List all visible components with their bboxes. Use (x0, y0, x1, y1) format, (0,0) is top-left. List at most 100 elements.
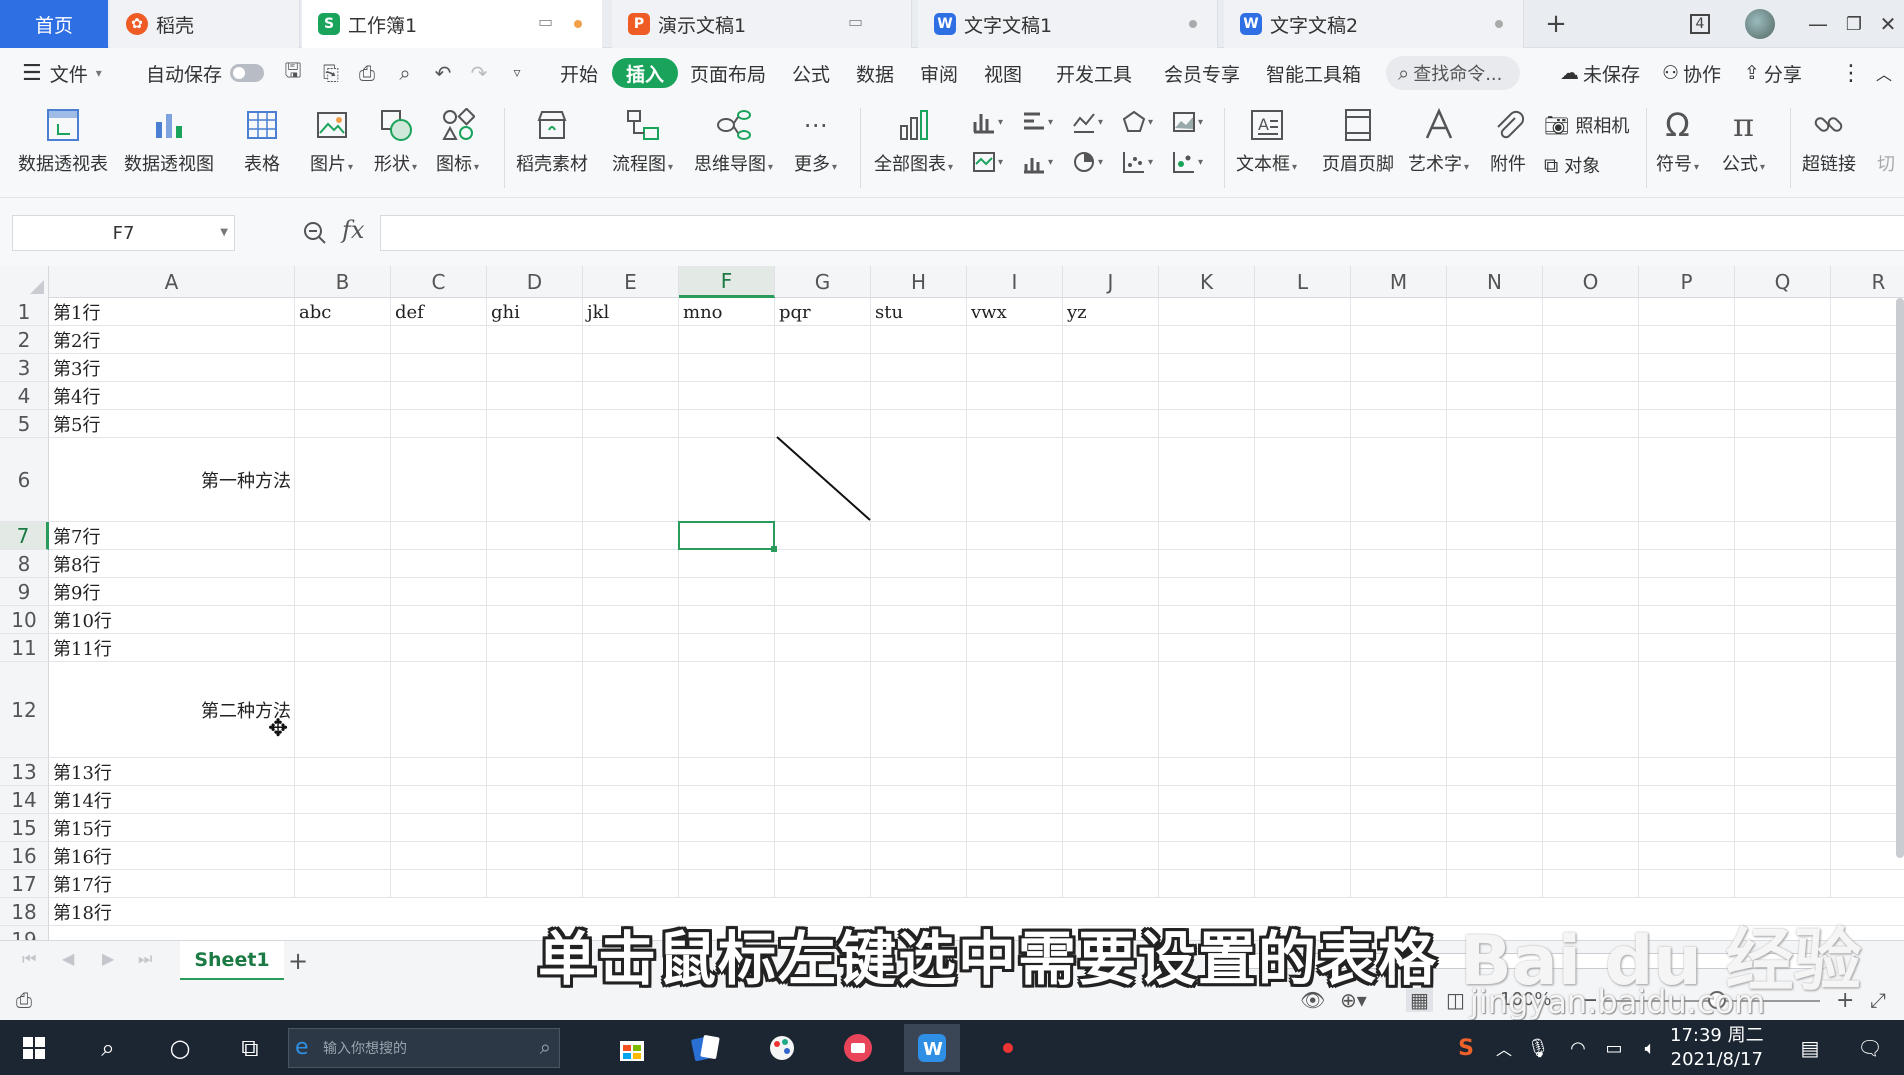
last-sheet-icon[interactable]: ⏭ (138, 949, 152, 969)
window-count-button[interactable]: 4 (1680, 0, 1720, 48)
all-charts-button[interactable]: 全部图表 ▾ (874, 106, 953, 176)
scatter-chart-icon[interactable]: ▾ (1122, 150, 1153, 174)
menu-review[interactable]: 审阅 (920, 48, 958, 98)
name-box[interactable]: F7 ▼ (12, 215, 235, 251)
collapse-ribbon-icon[interactable]: ︿ (1876, 48, 1892, 98)
wordart-button[interactable]: 艺术字 ▾ (1408, 106, 1469, 176)
search-icon[interactable]: ⌕ (88, 1028, 128, 1068)
command-search[interactable]: ⌕ 查找命令... (1386, 56, 1520, 90)
stock-chart-icon[interactable]: ▾ (972, 150, 1003, 174)
action-center-icon[interactable]: 🗨︎ (1850, 1028, 1890, 1068)
horizontal-bar-chart-icon[interactable]: ▾ (1022, 110, 1053, 134)
picture-button[interactable]: 图片 ▾ (310, 106, 353, 176)
menu-insert[interactable]: 插入 (612, 58, 679, 88)
avatar[interactable] (1742, 0, 1778, 48)
next-sheet-icon[interactable]: ▶ (102, 949, 114, 968)
menu-page-layout[interactable]: 页面布局 (690, 48, 766, 98)
windows-start-icon[interactable] (14, 1028, 54, 1068)
customize-quick-access-icon[interactable]: ▿ (504, 60, 530, 86)
minimize-icon[interactable]: — (1800, 0, 1836, 48)
formula-input[interactable] (380, 215, 1904, 251)
formula-button[interactable]: π 公式 ▾ (1722, 106, 1765, 176)
solitaire-icon[interactable] (686, 1028, 726, 1068)
shape-button[interactable]: 形状 ▾ (374, 106, 417, 176)
column-chart-icon[interactable]: ▾ (972, 110, 1003, 134)
save-icon[interactable]: 🖫 (280, 58, 306, 86)
menu-member[interactable]: 会员专享 (1164, 48, 1240, 98)
restore-icon[interactable]: ❐ (1836, 0, 1872, 48)
tab-home[interactable]: 首页 (0, 0, 108, 48)
macro-record-icon[interactable]: ⎙ (16, 988, 32, 1012)
tab-presentation1[interactable]: P 演示文稿1 ▭ (612, 0, 912, 48)
tab-document2[interactable]: W 文字文稿2 (1224, 0, 1524, 48)
menu-view[interactable]: 视图 (984, 48, 1022, 98)
textbox-button[interactable]: A 文本框 ▾ (1236, 106, 1297, 176)
radar-chart-icon[interactable]: ▾ (1122, 110, 1153, 134)
add-sheet-button[interactable]: + (288, 947, 308, 975)
tab-workbook1[interactable]: S 工作簿1 ▭ (302, 0, 602, 48)
table-button[interactable]: 表格 (242, 106, 282, 176)
object-button[interactable]: ⧉ 对象 (1544, 152, 1600, 178)
battery-icon[interactable]: ▭ (1594, 1028, 1634, 1068)
sheet-tab-sheet1[interactable]: Sheet1 (180, 941, 284, 981)
autosave-toggle[interactable]: 自动保存 (146, 48, 265, 98)
menu-start[interactable]: 开始 (560, 48, 598, 98)
docer-material-button[interactable]: 稻壳素材 (516, 106, 588, 176)
format-painter-icon[interactable]: ⎘ (318, 60, 344, 86)
more-button[interactable]: ⋯ 更多 ▾ (794, 106, 837, 176)
cut-off-button[interactable]: 切 (1876, 106, 1896, 176)
menu-data[interactable]: 数据 (856, 48, 894, 98)
vertical-scrollbar[interactable] (1896, 298, 1904, 858)
sogou-ime-icon[interactable]: S (1446, 1028, 1486, 1068)
cloud-save-button[interactable]: ☁ 未保存 (1560, 48, 1640, 98)
pivot-chart-button[interactable]: 数据透视图 (124, 106, 214, 176)
system-clock[interactable]: 17:39 周二 2021/8/17 (1670, 1024, 1764, 1072)
menu-developer[interactable]: 开发工具 (1056, 48, 1132, 98)
close-icon[interactable]: ✕ (1872, 0, 1904, 48)
drawn-line-shape[interactable] (0, 266, 1904, 946)
line-chart-icon[interactable]: ▾ (1072, 110, 1103, 134)
new-tab-button[interactable]: + (1534, 0, 1578, 48)
paint-icon[interactable] (762, 1028, 802, 1068)
attachment-button[interactable]: 附件 (1488, 106, 1528, 176)
camera-button[interactable]: 📷︎ 照相机 (1544, 112, 1629, 138)
first-sheet-icon[interactable]: ⏮ (22, 949, 36, 969)
bubble-chart-icon[interactable]: ▾ (1172, 150, 1203, 174)
area-chart-icon[interactable]: ▾ (1172, 110, 1203, 134)
prev-sheet-icon[interactable]: ◀ (62, 949, 74, 968)
menu-formulas[interactable]: 公式 (792, 48, 830, 98)
cortana-icon[interactable]: ○ (160, 1028, 200, 1068)
header-footer-button[interactable]: 页眉页脚 (1322, 106, 1394, 176)
menu-smart-toolbox[interactable]: 智能工具箱 (1266, 48, 1361, 98)
share-button[interactable]: ⇪ 分享 (1744, 48, 1802, 98)
notes-icon[interactable]: ▤ (1790, 1028, 1830, 1068)
zoom-magnifier-icon[interactable] (302, 220, 328, 251)
pivot-table-button[interactable]: 数据透视表 (18, 106, 108, 176)
volume-icon[interactable]: 🔈︎ (1630, 1028, 1670, 1068)
wifi-icon[interactable]: ◠ (1558, 1028, 1598, 1068)
insert-function-button[interactable]: fx (342, 216, 364, 244)
icon-button[interactable]: 图标 ▾ (436, 106, 479, 176)
wps-office-icon[interactable]: W (904, 1024, 960, 1072)
microphone-icon[interactable]: 🎙︎ (1518, 1028, 1558, 1068)
fullscreen-icon[interactable]: ⤢ (1870, 988, 1886, 1012)
monitor-icon[interactable]: ▭ (848, 12, 863, 31)
spreadsheet-grid[interactable]: ABCDEFGHIJKLMNOPQR 1 2 3 4 5 6 7 8 9 10 11 12 13 14 15… (0, 266, 1904, 946)
tab-docer[interactable]: ✿ 稻壳 (110, 0, 300, 48)
store-icon[interactable] (612, 1028, 652, 1068)
taskbar-search-input[interactable]: e 输入你想搜的 ⌕ (288, 1028, 560, 1068)
pie-chart-icon[interactable]: ▾ (1072, 150, 1103, 174)
tab-document1[interactable]: W 文字文稿1 (918, 0, 1218, 48)
hyperlink-button[interactable]: 超链接 (1802, 106, 1856, 176)
print-icon[interactable]: ⎙ (354, 60, 380, 86)
redo-icon[interactable]: ↷ (466, 60, 492, 86)
monitor-icon[interactable]: ▭ (538, 12, 553, 31)
symbol-button[interactable]: Ω 符号 ▾ (1656, 106, 1699, 176)
screen-recorder-icon[interactable] (838, 1028, 878, 1068)
print-preview-icon[interactable]: ⌕ (392, 60, 418, 86)
file-menu[interactable]: ☰ 文件 ▾ (22, 48, 102, 98)
task-view-icon[interactable]: ⧉ (230, 1028, 270, 1068)
more-options-icon[interactable]: ⋮ (1840, 48, 1862, 98)
collaborate-button[interactable]: ⚇ 协作 (1662, 48, 1721, 98)
recording-indicator-icon[interactable] (988, 1028, 1028, 1068)
